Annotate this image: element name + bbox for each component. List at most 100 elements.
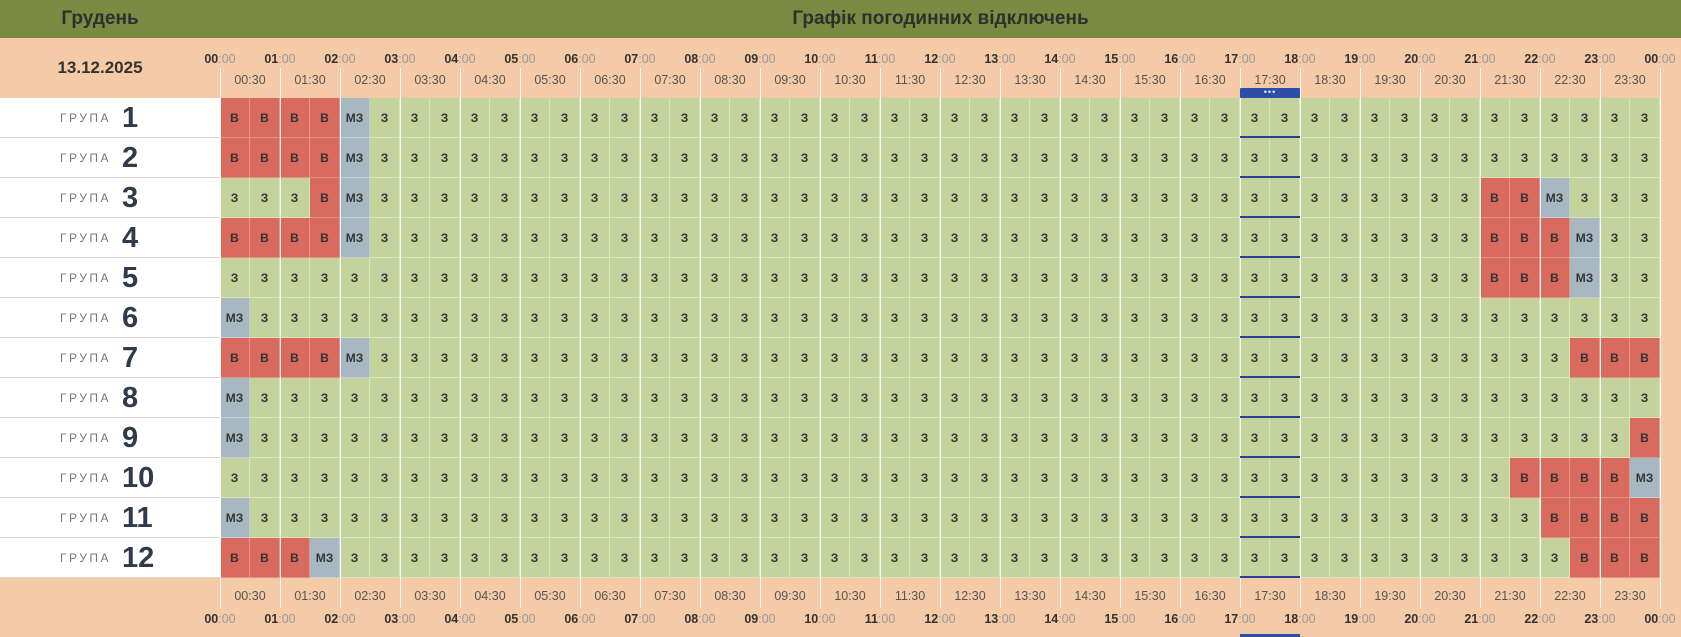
schedule-cell[interactable]: З [520, 378, 550, 418]
schedule-cell[interactable]: З [790, 98, 820, 138]
schedule-cell[interactable]: З [970, 538, 1000, 578]
schedule-cell[interactable]: В [1630, 338, 1660, 378]
schedule-cell[interactable]: В [1480, 218, 1510, 258]
schedule-cell[interactable]: З [460, 218, 490, 258]
schedule-cell[interactable]: З [550, 98, 580, 138]
schedule-cell[interactable]: З [1180, 258, 1210, 298]
schedule-cell[interactable]: З [490, 538, 520, 578]
schedule-cell[interactable]: В [250, 138, 280, 178]
schedule-cell[interactable]: З [1150, 98, 1180, 138]
schedule-cell[interactable]: З [670, 178, 700, 218]
schedule-cell[interactable]: З [1210, 498, 1240, 538]
schedule-cell[interactable]: З [550, 338, 580, 378]
schedule-cell[interactable]: З [550, 498, 580, 538]
schedule-cell[interactable]: З [1480, 378, 1510, 418]
schedule-cell[interactable]: З [1390, 218, 1420, 258]
schedule-cell[interactable]: З [640, 218, 670, 258]
schedule-cell[interactable]: З [250, 458, 280, 498]
schedule-cell[interactable]: В [250, 218, 280, 258]
schedule-cell[interactable]: З [460, 258, 490, 298]
schedule-cell[interactable]: З [700, 218, 730, 258]
schedule-cell[interactable]: З [640, 378, 670, 418]
schedule-cell[interactable]: З [580, 458, 610, 498]
schedule-cell[interactable]: З [1630, 98, 1660, 138]
schedule-cell[interactable]: З [370, 258, 400, 298]
schedule-cell[interactable]: В [250, 338, 280, 378]
schedule-cell[interactable]: В [1540, 218, 1570, 258]
schedule-cell[interactable]: З [580, 98, 610, 138]
schedule-cell[interactable]: З [550, 538, 580, 578]
schedule-cell[interactable]: З [1270, 498, 1300, 538]
schedule-cell[interactable]: З [580, 218, 610, 258]
schedule-cell[interactable]: В [310, 98, 340, 138]
schedule-cell[interactable]: З [490, 418, 520, 458]
schedule-cell[interactable]: З [520, 498, 550, 538]
schedule-cell[interactable]: З [1150, 298, 1180, 338]
schedule-cell[interactable]: З [760, 378, 790, 418]
schedule-cell[interactable]: З [370, 218, 400, 258]
schedule-cell[interactable]: З [1270, 538, 1300, 578]
schedule-cell[interactable]: З [820, 418, 850, 458]
schedule-cell[interactable]: З [250, 498, 280, 538]
schedule-cell[interactable]: З [970, 378, 1000, 418]
schedule-cell[interactable]: В [1630, 498, 1660, 538]
schedule-cell[interactable]: З [610, 458, 640, 498]
schedule-cell[interactable]: В [1480, 258, 1510, 298]
schedule-cell[interactable]: З [1240, 298, 1270, 338]
schedule-cell[interactable]: З [1630, 138, 1660, 178]
schedule-cell[interactable]: З [460, 458, 490, 498]
schedule-cell[interactable]: З [1330, 218, 1360, 258]
schedule-cell[interactable]: З [1240, 378, 1270, 418]
schedule-cell[interactable]: З [280, 178, 310, 218]
schedule-cell[interactable]: З [640, 98, 670, 138]
schedule-cell[interactable]: З [400, 338, 430, 378]
schedule-cell[interactable]: З [1450, 498, 1480, 538]
schedule-cell[interactable]: З [610, 378, 640, 418]
schedule-cell[interactable]: З [1600, 378, 1630, 418]
schedule-cell[interactable]: З [1330, 258, 1360, 298]
schedule-cell[interactable]: З [1030, 258, 1060, 298]
schedule-cell[interactable]: З [1480, 458, 1510, 498]
schedule-cell[interactable]: МЗ [1540, 178, 1570, 218]
schedule-cell[interactable]: В [220, 98, 250, 138]
schedule-cell[interactable]: З [400, 418, 430, 458]
schedule-cell[interactable]: З [610, 418, 640, 458]
schedule-cell[interactable]: З [1450, 538, 1480, 578]
schedule-cell[interactable]: З [1390, 458, 1420, 498]
schedule-cell[interactable]: В [220, 218, 250, 258]
schedule-cell[interactable]: З [1330, 98, 1360, 138]
schedule-cell[interactable]: З [1300, 98, 1330, 138]
schedule-cell[interactable]: З [820, 298, 850, 338]
schedule-cell[interactable]: З [1210, 98, 1240, 138]
schedule-cell[interactable]: З [310, 458, 340, 498]
schedule-cell[interactable]: МЗ [220, 298, 250, 338]
schedule-cell[interactable]: З [1150, 178, 1180, 218]
schedule-cell[interactable]: З [340, 298, 370, 338]
schedule-cell[interactable]: З [1540, 338, 1570, 378]
schedule-cell[interactable]: З [1450, 298, 1480, 338]
schedule-cell[interactable]: З [520, 178, 550, 218]
schedule-cell[interactable]: З [430, 298, 460, 338]
schedule-cell[interactable]: З [1090, 138, 1120, 178]
schedule-cell[interactable]: З [1420, 298, 1450, 338]
schedule-cell[interactable]: З [790, 378, 820, 418]
schedule-cell[interactable]: З [820, 218, 850, 258]
schedule-cell[interactable]: З [760, 178, 790, 218]
schedule-cell[interactable]: З [1510, 538, 1540, 578]
schedule-cell[interactable]: З [1420, 218, 1450, 258]
schedule-cell[interactable]: З [640, 498, 670, 538]
schedule-cell[interactable]: З [1270, 258, 1300, 298]
schedule-cell[interactable]: З [1360, 378, 1390, 418]
schedule-cell[interactable]: В [220, 338, 250, 378]
schedule-cell[interactable]: З [970, 138, 1000, 178]
schedule-cell[interactable]: З [1030, 218, 1060, 258]
schedule-cell[interactable]: З [520, 458, 550, 498]
schedule-cell[interactable]: З [730, 538, 760, 578]
schedule-cell[interactable]: З [640, 298, 670, 338]
schedule-cell[interactable]: З [910, 538, 940, 578]
schedule-cell[interactable]: З [1330, 498, 1360, 538]
schedule-cell[interactable]: З [1480, 498, 1510, 538]
schedule-cell[interactable]: З [1090, 418, 1120, 458]
schedule-cell[interactable]: З [940, 538, 970, 578]
schedule-cell[interactable]: З [700, 338, 730, 378]
